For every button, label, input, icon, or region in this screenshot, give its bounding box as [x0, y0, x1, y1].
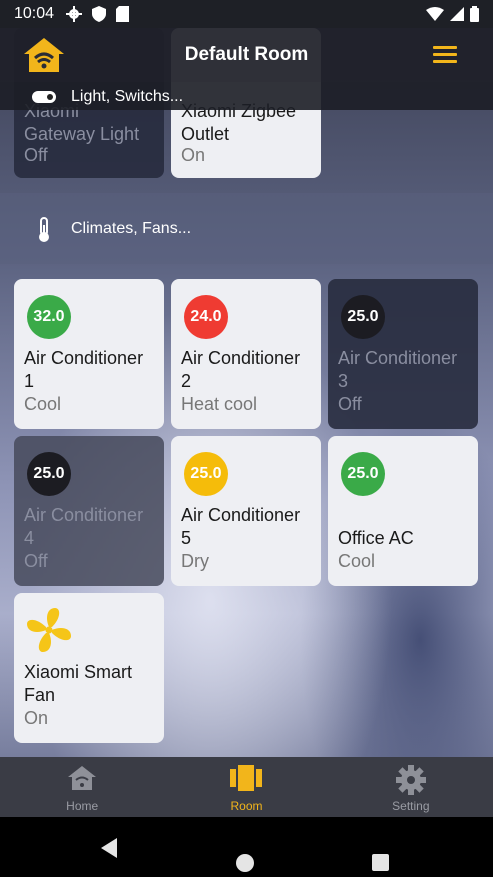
climate-card-ac1[interactable]: 32.0 Air Conditioner 1 Cool [14, 279, 164, 429]
temperature-badge: 25.0 [184, 452, 228, 496]
card-state: Dry [181, 551, 209, 571]
card-name: Air Conditioner 5 [181, 505, 301, 548]
card-state: Cool [338, 551, 376, 571]
temperature-badge: 32.0 [27, 295, 71, 339]
home-icon [68, 766, 97, 790]
card-name: Office AC [338, 528, 414, 548]
card-name: Air Conditioner 1 [24, 348, 144, 391]
temperature-badge: 25.0 [341, 452, 385, 496]
fan-card-xiaomi[interactable]: Xiaomi Smart Fan On [14, 593, 164, 743]
section-label: Light, Switchs... [71, 88, 184, 105]
page-title: Default Room [184, 44, 309, 65]
fan-icon [27, 608, 71, 652]
thermometer-icon [39, 217, 49, 242]
sd-card-icon [116, 6, 130, 22]
back-icon[interactable] [99, 837, 119, 859]
nav-label: Home [66, 799, 99, 813]
room-icon [230, 765, 263, 791]
card-state: Off [24, 551, 48, 571]
climate-card-ac5[interactable]: 25.0 Air Conditioner 5 Dry [171, 436, 321, 586]
section-label: Climates, Fans... [71, 220, 192, 237]
system-navigation-bar [0, 817, 493, 877]
card-name: Air Conditioner 4 [24, 505, 144, 548]
card-state: Off [338, 394, 362, 414]
card-name: Air Conditioner 3 [338, 348, 458, 391]
card-state: Heat cool [181, 394, 258, 414]
signal-icon [450, 7, 464, 21]
recents-icon[interactable] [372, 854, 389, 871]
gear-icon [395, 765, 426, 795]
gear-icon [66, 6, 83, 22]
shield-icon [92, 6, 107, 22]
nav-label: Room [230, 799, 263, 813]
status-bar: 10:04 [0, 0, 493, 28]
card-state: On [181, 145, 206, 165]
section-lights-switches[interactable]: Light, Switchs... [0, 82, 493, 110]
card-state: Cool [24, 394, 62, 414]
nav-label: Setting [392, 799, 430, 813]
status-time: 10:04 [14, 5, 55, 22]
nav-home[interactable]: Home [0, 757, 164, 817]
nav-setting[interactable]: Setting [329, 757, 493, 817]
temperature-badge: 24.0 [184, 295, 228, 339]
climate-card-ac2[interactable]: 24.0 Air Conditioner 2 Heat cool [171, 279, 321, 429]
card-name: Xiaomi Smart Fan [24, 662, 133, 705]
section-climates-fans[interactable]: Climates, Fans... [0, 193, 493, 264]
card-name: Air Conditioner 2 [181, 348, 301, 391]
card-state: On [24, 708, 49, 728]
menu-icon[interactable] [433, 46, 457, 64]
card-state: Off [24, 145, 48, 165]
climate-card-ac4[interactable]: 25.0 Air Conditioner 4 Off [14, 436, 164, 586]
temperature-badge: 25.0 [341, 295, 385, 339]
home-button-icon[interactable] [236, 854, 254, 872]
app-bar: Default Room [0, 28, 493, 82]
battery-icon [470, 6, 479, 22]
toggle-icon [32, 91, 56, 103]
temperature-badge: 25.0 [27, 452, 71, 496]
nav-room[interactable]: Room [164, 757, 328, 817]
climate-card-ac3[interactable]: 25.0 Air Conditioner 3 Off [328, 279, 478, 429]
bottom-navigation: Home Room Setting [0, 757, 493, 817]
wifi-icon [426, 7, 444, 21]
climate-card-office-ac[interactable]: 25.0 Office AC Cool [328, 436, 478, 586]
